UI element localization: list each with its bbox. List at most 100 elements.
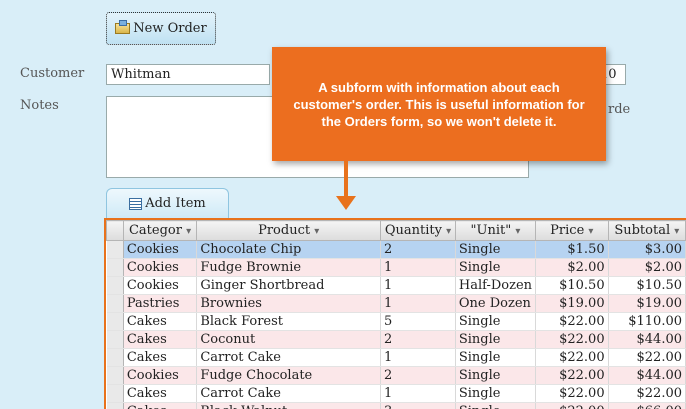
cell-price[interactable]: $1.50 xyxy=(535,240,609,259)
cell-product[interactable]: Fudge Chocolate xyxy=(196,366,382,385)
row-selector[interactable] xyxy=(106,348,124,367)
table-row[interactable]: Pastries Brownies 1 One Dozen $19.00 $19.00 xyxy=(106,294,686,313)
column-header-category[interactable]: Categor ▾ xyxy=(122,220,198,241)
cell-price[interactable]: $22.00 xyxy=(535,330,609,349)
cell-product[interactable]: Chocolate Chip xyxy=(196,240,382,259)
cell-category[interactable]: Cakes xyxy=(123,312,198,331)
cell-product[interactable]: Coconut xyxy=(196,330,382,349)
order-items-table: Categor ▾ Product ▾ Quantity ▾ "Unit" ▾ … xyxy=(106,220,686,409)
notes-label: Notes xyxy=(20,98,59,113)
cell-product[interactable]: Ginger Shortbread xyxy=(196,276,382,295)
cell-subtotal[interactable]: $22.00 xyxy=(608,348,686,367)
column-header-product[interactable]: Product ▾ xyxy=(196,220,382,241)
cell-category[interactable]: Cakes xyxy=(123,348,198,367)
sort-arrow-icon: ▾ xyxy=(674,226,680,237)
cell-subtotal[interactable]: $66.00 xyxy=(608,402,686,409)
table-row[interactable]: Cookies Fudge Chocolate 2 Single $22.00 $44.0… xyxy=(106,366,686,385)
cell-quantity[interactable]: 2 xyxy=(380,240,456,259)
cell-subtotal[interactable]: $44.00 xyxy=(608,330,686,349)
row-selector[interactable] xyxy=(106,276,124,295)
cell-price[interactable]: $19.00 xyxy=(535,294,609,313)
row-selector[interactable] xyxy=(106,330,124,349)
column-header-quantity[interactable]: Quantity ▾ xyxy=(380,220,456,241)
cell-subtotal[interactable]: $10.50 xyxy=(608,276,686,295)
cell-product[interactable]: Brownies xyxy=(196,294,382,313)
column-header-price[interactable]: Price ▾ xyxy=(535,220,609,241)
cell-unit[interactable]: Single xyxy=(455,366,537,385)
cell-subtotal[interactable]: $19.00 xyxy=(608,294,686,313)
cell-quantity[interactable]: 1 xyxy=(380,258,456,277)
callout-arrow-icon xyxy=(336,196,356,210)
cell-quantity[interactable]: 5 xyxy=(380,312,456,331)
cell-category[interactable]: Cookies xyxy=(123,258,198,277)
cell-price[interactable]: $22.00 xyxy=(535,384,609,403)
column-header-subtotal[interactable]: Subtotal ▾ xyxy=(607,220,686,241)
table-row[interactable]: Cookies Ginger Shortbread 1 Half-Dozen $10.5… xyxy=(106,276,686,295)
cell-price[interactable]: $22.00 xyxy=(535,402,609,409)
cell-quantity[interactable]: 1 xyxy=(380,348,456,367)
cell-product[interactable]: Carrot Cake xyxy=(196,384,382,403)
cell-quantity[interactable]: 1 xyxy=(380,276,456,295)
cell-unit[interactable]: Single xyxy=(455,384,537,403)
add-item-icon xyxy=(129,197,143,210)
table-row[interactable]: Cakes Coconut 2 Single $22.00 $44.00 xyxy=(106,330,686,349)
cell-price[interactable]: $22.00 xyxy=(535,348,609,367)
table-row[interactable]: Cookies Chocolate Chip 2 Single $1.50 $3.00 xyxy=(106,240,686,259)
cell-unit[interactable]: Single xyxy=(455,330,537,349)
column-header-unit[interactable]: "Unit" ▾ xyxy=(454,220,537,241)
cell-subtotal[interactable]: $44.00 xyxy=(608,366,686,385)
cell-quantity[interactable]: 2 xyxy=(380,366,456,385)
row-selector[interactable] xyxy=(106,294,124,313)
cell-product[interactable]: Black Forest xyxy=(196,312,382,331)
table-row[interactable]: Cakes Black Forest 5 Single $22.00 $110.00 xyxy=(106,312,686,331)
row-selector[interactable] xyxy=(106,312,124,331)
cell-subtotal[interactable]: $2.00 xyxy=(608,258,686,277)
row-selector[interactable] xyxy=(106,384,124,403)
cell-unit[interactable]: One Dozen xyxy=(455,294,537,313)
cell-price[interactable]: $22.00 xyxy=(535,312,609,331)
cell-category[interactable]: Cakes xyxy=(123,402,198,409)
table-row[interactable]: Cakes Carrot Cake 1 Single $22.00 $22.00 xyxy=(106,384,686,403)
cell-category[interactable]: Cookies xyxy=(123,276,198,295)
table-row[interactable]: Cookies Fudge Brownie 1 Single $2.00 $2.00 xyxy=(106,258,686,277)
cell-product[interactable]: Black Walnut xyxy=(196,402,382,409)
cell-product[interactable]: Carrot Cake xyxy=(196,348,382,367)
order-label-partial: rde xyxy=(608,102,631,117)
table-row[interactable]: Cakes Carrot Cake 1 Single $22.00 $22.00 xyxy=(106,348,686,367)
customer-field[interactable]: Whitman xyxy=(106,64,270,85)
row-selector[interactable] xyxy=(106,402,124,409)
cell-unit[interactable]: Single xyxy=(455,402,537,409)
cell-subtotal[interactable]: $22.00 xyxy=(608,384,686,403)
cell-unit[interactable]: Single xyxy=(455,258,537,277)
cell-quantity[interactable]: 1 xyxy=(380,294,456,313)
row-selector[interactable] xyxy=(106,240,124,259)
cell-subtotal[interactable]: $3.00 xyxy=(608,240,686,259)
cell-price[interactable]: $10.50 xyxy=(535,276,609,295)
sort-arrow-icon: ▾ xyxy=(588,226,594,237)
row-selector[interactable] xyxy=(106,366,124,385)
add-item-button[interactable]: Add Item xyxy=(106,188,229,218)
cell-product[interactable]: Fudge Brownie xyxy=(196,258,382,277)
cell-category[interactable]: Cakes xyxy=(123,384,198,403)
cell-price[interactable]: $22.00 xyxy=(535,366,609,385)
cell-unit[interactable]: Half-Dozen xyxy=(455,276,537,295)
cell-unit[interactable]: Single xyxy=(455,348,537,367)
select-all-header[interactable] xyxy=(106,220,124,241)
cell-quantity[interactable]: 2 xyxy=(380,330,456,349)
row-selector[interactable] xyxy=(106,258,124,277)
sort-arrow-icon: ▾ xyxy=(446,226,452,237)
order-items-subform[interactable]: Categor ▾ Product ▾ Quantity ▾ "Unit" ▾ … xyxy=(104,218,686,409)
cell-unit[interactable]: Single xyxy=(455,312,537,331)
cell-quantity[interactable]: 1 xyxy=(380,384,456,403)
cell-category[interactable]: Pastries xyxy=(123,294,198,313)
cell-subtotal[interactable]: $110.00 xyxy=(608,312,686,331)
cell-category[interactable]: Cookies xyxy=(123,240,198,259)
cell-category[interactable]: Cookies xyxy=(123,366,198,385)
sort-arrow-icon: ▾ xyxy=(186,226,192,237)
cell-unit[interactable]: Single xyxy=(455,240,537,259)
new-order-button[interactable]: New Order xyxy=(106,12,216,45)
cell-category[interactable]: Cakes xyxy=(123,330,198,349)
table-row[interactable]: CakesBlack Walnut3Single$22.00$66.00 xyxy=(106,402,686,409)
cell-price[interactable]: $2.00 xyxy=(535,258,609,277)
cell-quantity[interactable]: 3 xyxy=(380,402,456,409)
